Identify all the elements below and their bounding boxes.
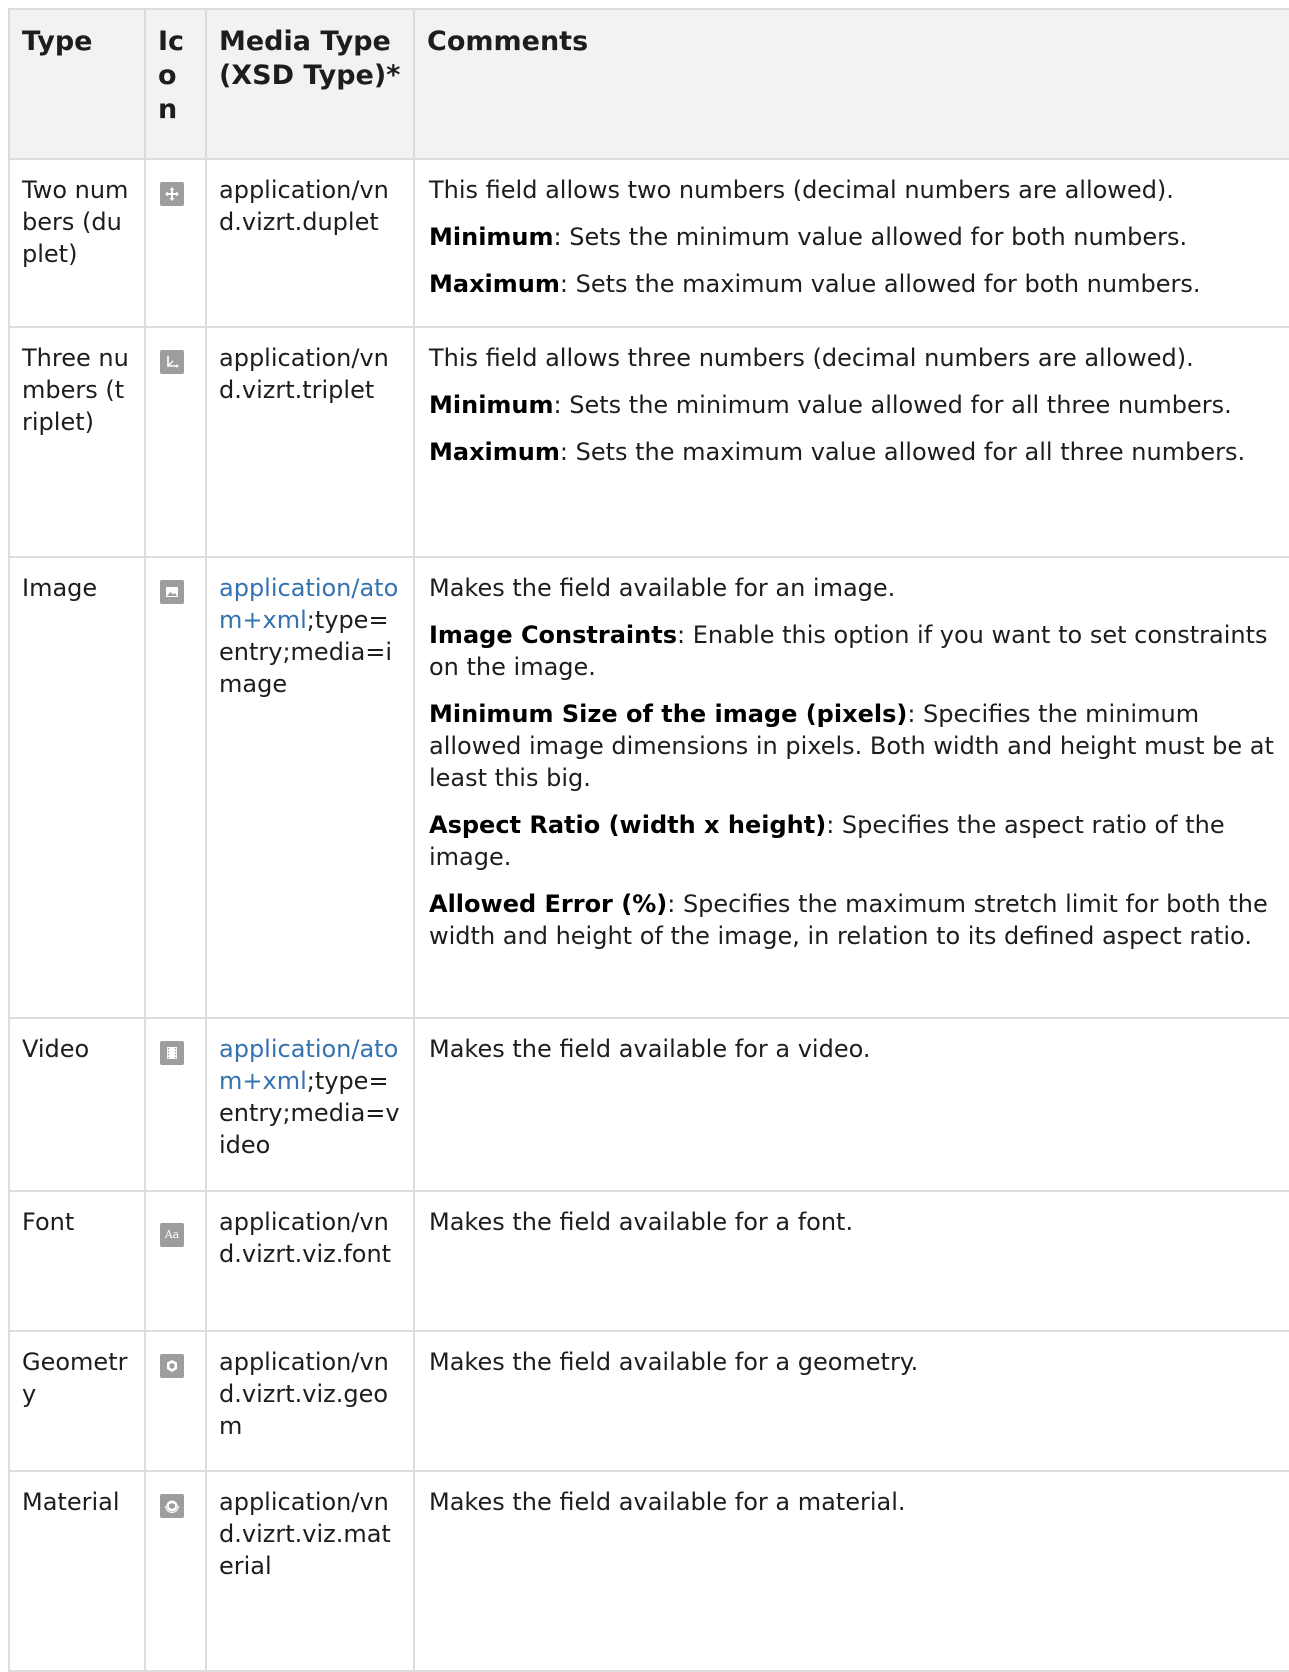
type-cell: Font: [8, 1190, 146, 1332]
font-icon: Aa: [160, 1223, 184, 1247]
comment-line: Minimum: Sets the minimum value allowed …: [429, 391, 1232, 419]
table-row-triplet: Three numbers (triplet) application/vnd.…: [8, 326, 1289, 558]
media-type-cell: application/atom+xml;type=entry;media=im…: [205, 556, 415, 1019]
table-header-row: Type Icon Media Type (XSD Type)* Comment…: [8, 8, 1289, 160]
comment-line: Makes the field available for an image.: [429, 574, 896, 602]
film-icon: [160, 1041, 184, 1065]
geometry-icon: [160, 1354, 184, 1378]
comment-line: Allowed Error (%): Specifies the maximum…: [429, 890, 1268, 950]
comment-line: This field allows two numbers (decimal n…: [429, 176, 1174, 204]
comment-line: Aspect Ratio (width x height): Specifies…: [429, 811, 1225, 871]
table-row-font: Font Aa application/vnd.vizrt.viz.font M…: [8, 1190, 1289, 1332]
material-icon: [160, 1494, 184, 1518]
table-row-duplet: Two numbers (duplet) application/vnd.viz…: [8, 158, 1289, 328]
move-arrows-icon: [160, 182, 184, 206]
media-type-cell: application/atom+xml;type=entry;media=vi…: [205, 1017, 415, 1192]
comment-line: Makes the field available for a video.: [429, 1035, 871, 1063]
header-media-type: Media Type (XSD Type)*: [205, 8, 415, 160]
type-cell: Video: [8, 1017, 146, 1192]
header-icon: Icon: [144, 8, 207, 160]
header-comments: Comments: [413, 8, 1289, 160]
media-type-cell: application/vnd.vizrt.duplet: [205, 158, 415, 328]
table-row-image: Image application/atom+xml;type=entry;me…: [8, 556, 1289, 1019]
table-row-material: Material application/vnd.vizrt.viz.mater…: [8, 1470, 1289, 1672]
type-cell: Image: [8, 556, 146, 1019]
comments-cell: This field allows three numbers (decimal…: [413, 326, 1289, 558]
comments-cell: This field allows two numbers (decimal n…: [413, 158, 1289, 328]
type-cell: Three numbers (triplet): [8, 326, 146, 558]
comment-line: This field allows three numbers (decimal…: [429, 344, 1194, 372]
comment-line: Image Constraints: Enable this option if…: [429, 621, 1268, 681]
axes-icon: [160, 350, 184, 374]
header-type: Type: [8, 8, 146, 160]
comments-cell: Makes the field available for a material…: [413, 1470, 1289, 1672]
comments-cell: Makes the field available for an image. …: [413, 556, 1289, 1019]
table-row-geometry: Geometry application/vnd.vizrt.viz.geom …: [8, 1330, 1289, 1472]
type-cell: Two numbers (duplet): [8, 158, 146, 328]
type-cell: Material: [8, 1470, 146, 1672]
comment-line: Makes the field available for a font.: [429, 1208, 854, 1236]
comment-line: Makes the field available for a geometry…: [429, 1348, 919, 1376]
comments-cell: Makes the field available for a font.: [413, 1190, 1289, 1332]
media-type-cell: application/vnd.vizrt.viz.font: [205, 1190, 415, 1332]
comments-cell: Makes the field available for a geometry…: [413, 1330, 1289, 1472]
comment-line: Makes the field available for a material…: [429, 1488, 906, 1516]
media-types-table: Type Icon Media Type (XSD Type)* Comment…: [8, 8, 1289, 1672]
comment-line: Minimum Size of the image (pixels): Spec…: [429, 700, 1274, 792]
comment-line: Minimum: Sets the minimum value allowed …: [429, 223, 1188, 251]
comments-cell: Makes the field available for a video.: [413, 1017, 1289, 1192]
media-type-cell: application/vnd.vizrt.triplet: [205, 326, 415, 558]
comment-line: Maximum: Sets the maximum value allowed …: [429, 438, 1246, 466]
table-row-video: Video application/atom+xml;type=entry;me…: [8, 1017, 1289, 1192]
media-type-cell: application/vnd.vizrt.viz.material: [205, 1470, 415, 1672]
media-type-cell: application/vnd.vizrt.viz.geom: [205, 1330, 415, 1472]
media-types-table-wrapper: Type Icon Media Type (XSD Type)* Comment…: [8, 8, 1289, 1672]
image-icon: [160, 580, 184, 604]
type-cell: Geometry: [8, 1330, 146, 1472]
comment-line: Maximum: Sets the maximum value allowed …: [429, 270, 1201, 298]
